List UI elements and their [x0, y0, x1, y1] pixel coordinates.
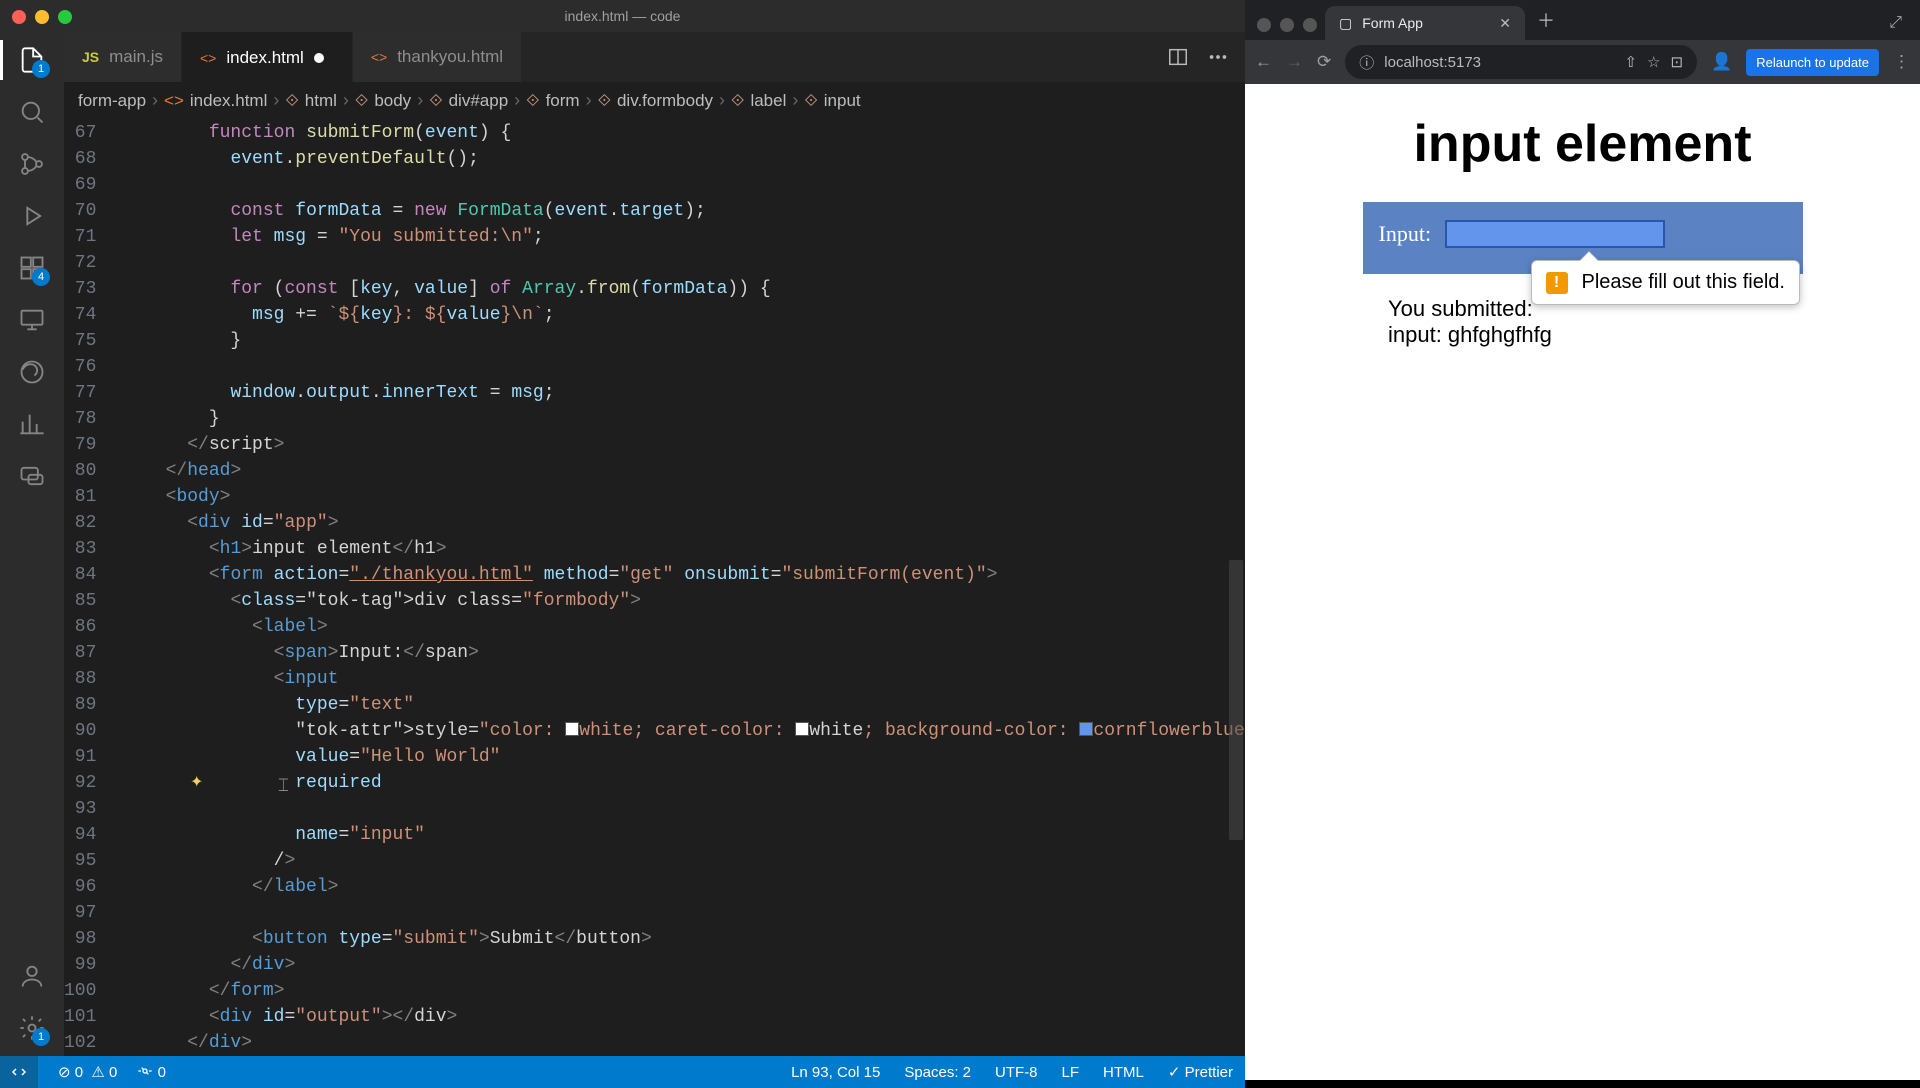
mac-traffic-lights — [1253, 18, 1325, 40]
more-icon[interactable] — [1207, 46, 1229, 68]
account-icon[interactable] — [12, 956, 52, 996]
status-cursor[interactable]: Ln 93, Col 15 — [791, 1064, 880, 1081]
close-tab-icon[interactable]: ✕ — [1499, 15, 1511, 32]
extensions-badge: 4 — [32, 268, 50, 286]
window-title: index.html — code — [0, 0, 1245, 32]
tooltip-text: Please fill out this field. — [1582, 271, 1785, 294]
status-formatter[interactable]: ✓ Prettier — [1168, 1063, 1233, 1081]
debug-icon[interactable] — [12, 196, 52, 236]
install-icon[interactable]: ⊡ — [1670, 53, 1683, 71]
code-editor[interactable]: 6768697071727374757677787980818283848586… — [64, 120, 1245, 1056]
search-icon[interactable] — [12, 92, 52, 132]
browser-toolbar: ← → ⟳ ⓘ localhost:5173 ⇧ ☆ ⊡ 👤 Relaunch … — [1245, 40, 1920, 84]
breadcrumb-segment[interactable]: form — [546, 91, 580, 111]
browser-viewport: input element Input: ! Please fill out t… — [1245, 84, 1920, 1080]
browser-tab-label: Form App — [1362, 15, 1423, 31]
share-icon[interactable]: ⇧ — [1624, 53, 1637, 71]
chat-icon[interactable] — [12, 456, 52, 496]
html-file-icon: <> — [200, 50, 216, 66]
minimize-window-icon[interactable] — [35, 10, 49, 24]
breadcrumb-segment[interactable]: html — [305, 91, 337, 111]
line-gutter: 6768697071727374757677787980818283848586… — [64, 120, 122, 1056]
validation-tooltip: ! Please fill out this field. — [1531, 260, 1800, 305]
minimize-window-icon[interactable] — [1280, 18, 1294, 32]
settings-badge: 1 — [32, 1028, 50, 1046]
tab-label: thankyou.html — [397, 47, 503, 67]
expand-icon[interactable]: ⤢ — [1889, 14, 1912, 40]
tab-label: index.html — [226, 48, 303, 68]
breadcrumb[interactable]: form-app›<> index.html›⟐ html›⟐ body›⟐ d… — [64, 82, 1245, 120]
status-encoding[interactable]: UTF-8 — [995, 1064, 1038, 1081]
menu-icon[interactable]: ⋮ — [1893, 52, 1910, 72]
text-input[interactable] — [1445, 220, 1665, 248]
scrollbar[interactable] — [1227, 120, 1243, 1056]
explorer-badge: 1 — [32, 60, 50, 78]
warning-icon: ! — [1546, 272, 1568, 294]
address-bar[interactable]: ⓘ localhost:5173 ⇧ ☆ ⊡ — [1345, 45, 1697, 79]
breadcrumb-segment[interactable]: form-app — [78, 91, 146, 111]
status-lang[interactable]: HTML — [1103, 1064, 1144, 1081]
output-line: input: ghfghgfhfg — [1388, 322, 1865, 348]
status-spaces[interactable]: Spaces: 2 — [904, 1064, 971, 1081]
relaunch-button[interactable]: Relaunch to update — [1746, 49, 1879, 76]
page-heading: input element — [1300, 114, 1865, 174]
split-editor-icon[interactable] — [1167, 46, 1189, 68]
remote-explorer-icon[interactable] — [12, 300, 52, 340]
extensions-icon[interactable]: 4 — [12, 248, 52, 288]
breadcrumb-segment[interactable]: index.html — [190, 91, 267, 111]
maximize-window-icon[interactable] — [1303, 18, 1317, 32]
explorer-icon[interactable]: 1 — [12, 40, 52, 80]
settings-icon[interactable]: 1 — [12, 1008, 52, 1048]
tab-label: main.js — [109, 47, 163, 67]
browser-window: ▢ Form App ✕ ＋ ⤢ ← → ⟳ ⓘ localhost:5173 … — [1245, 0, 1920, 1080]
status-ports[interactable]: 0 — [137, 1063, 166, 1081]
form-container: Input: ! Please fill out this field. — [1363, 202, 1803, 274]
graph-icon[interactable] — [12, 404, 52, 444]
scrollbar-thumb[interactable] — [1229, 560, 1243, 840]
html-file-icon: <> — [371, 49, 387, 65]
tab-mainjs[interactable]: JS main.js — [64, 32, 182, 82]
remote-icon[interactable] — [0, 1056, 38, 1088]
status-errors[interactable]: ⊘ 0 ⚠ 0 — [58, 1063, 117, 1081]
tab-bar: JS main.js <> index.html <> thankyou.htm… — [64, 32, 1245, 82]
reload-icon[interactable]: ⟳ — [1317, 52, 1331, 72]
close-window-icon[interactable] — [12, 10, 26, 24]
vscode-window: index.html — code 1 4 — [0, 0, 1245, 1080]
tab-thankyouhtml[interactable]: <> thankyou.html — [353, 32, 522, 82]
maximize-window-icon[interactable] — [58, 10, 72, 24]
code-body[interactable]: function submitForm(event) { event.preve… — [122, 120, 1245, 1056]
activity-bar: 1 4 — [0, 32, 64, 1056]
back-icon[interactable]: ← — [1255, 52, 1272, 72]
status-eol[interactable]: LF — [1062, 1064, 1080, 1081]
site-info-icon[interactable]: ⓘ — [1359, 52, 1374, 73]
js-file-icon: JS — [82, 49, 99, 65]
breadcrumb-segment[interactable]: input — [824, 91, 861, 111]
browser-tab-strip: ▢ Form App ✕ ＋ ⤢ — [1245, 0, 1920, 40]
browser-tab[interactable]: ▢ Form App ✕ — [1325, 6, 1525, 40]
firefox-icon[interactable] — [12, 352, 52, 392]
breadcrumb-segment[interactable]: label — [750, 91, 786, 111]
breadcrumb-segment[interactable]: div#app — [449, 91, 509, 111]
editor-pane: JS main.js <> index.html <> thankyou.htm… — [64, 32, 1245, 1056]
url-text: localhost:5173 — [1384, 54, 1481, 71]
breadcrumb-segment[interactable]: div.formbody — [617, 91, 713, 111]
status-bar: ⊘ 0 ⚠ 0 0 Ln 93, Col 15 Spaces: 2 UTF-8 … — [0, 1056, 1245, 1088]
input-label: Input: — [1379, 221, 1432, 247]
breadcrumb-segment[interactable]: body — [374, 91, 411, 111]
close-window-icon[interactable] — [1257, 18, 1271, 32]
new-tab-icon[interactable]: ＋ — [1525, 7, 1567, 33]
forward-icon[interactable]: → — [1286, 52, 1303, 72]
bookmark-icon[interactable]: ☆ — [1647, 53, 1660, 71]
site-icon: ▢ — [1339, 15, 1352, 32]
source-control-icon[interactable] — [12, 144, 52, 184]
tab-indexhtml[interactable]: <> index.html — [182, 32, 353, 82]
dirty-icon — [314, 53, 324, 63]
mac-traffic-lights — [12, 10, 72, 24]
profile-icon[interactable]: 👤 — [1711, 52, 1732, 72]
